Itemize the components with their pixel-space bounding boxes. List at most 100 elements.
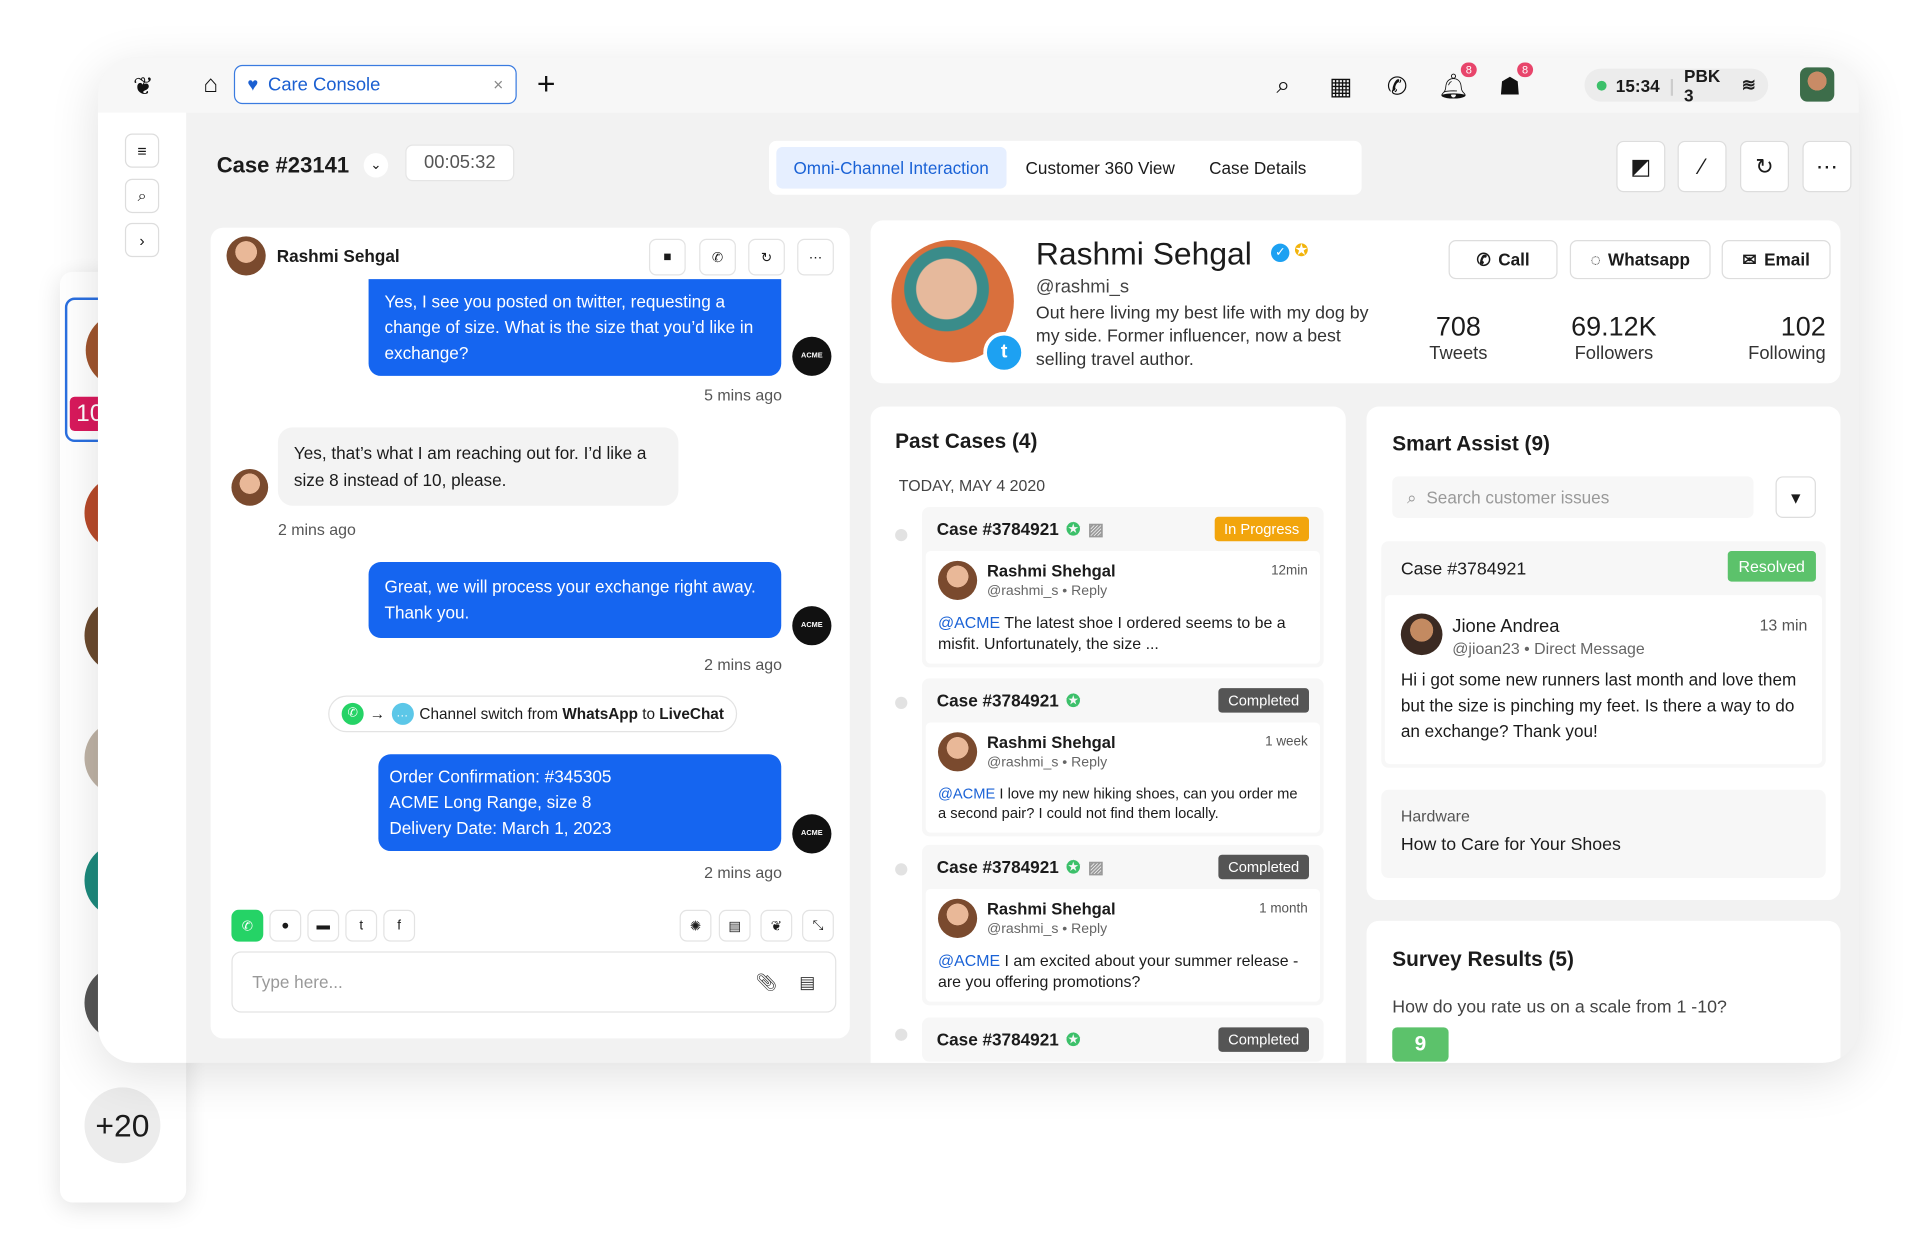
- case-item[interactable]: Case #3784921 ✪ Completed: [922, 1017, 1324, 1062]
- transfer-icon[interactable]: ◩: [1616, 140, 1666, 193]
- survey-score: 9: [1392, 1027, 1449, 1062]
- agent-message: Yes, I see you posted on twitter, reques…: [368, 279, 782, 376]
- time: 13 min: [1759, 615, 1808, 635]
- email-button[interactable]: ✉ Email: [1721, 240, 1831, 280]
- twitter-channel-button[interactable]: t: [345, 909, 378, 942]
- image-icon: ▨: [1087, 856, 1105, 877]
- agent-message: Order Confirmation: #345305 ACME Long Ra…: [378, 754, 782, 852]
- livechat-icon: …: [391, 702, 414, 725]
- app-window: ❦ ⌂ ♥ Care Console × + ⌕ ▦ ✆ 🔔︎ 8 ☗ 8 15:3…: [97, 57, 1859, 1063]
- brand-logo-icon[interactable]: ❦: [760, 909, 793, 942]
- facebook-channel-button[interactable]: f: [383, 909, 416, 942]
- add-tab-button[interactable]: +: [531, 64, 560, 102]
- search-customer-issues-input[interactable]: ⌕ Search customer issues: [1392, 476, 1754, 518]
- email-icon: ✉: [1742, 249, 1757, 269]
- search-icon[interactable]: ⌕: [124, 178, 160, 214]
- close-icon[interactable]: ×: [493, 75, 503, 95]
- tab-case-details[interactable]: Case Details: [1194, 147, 1321, 189]
- notification-badge: 8: [1460, 62, 1477, 78]
- call-button[interactable]: ✆ Call: [1448, 240, 1558, 280]
- whatsapp-button[interactable]: ◌ Whatsapp: [1569, 240, 1711, 280]
- tab-customer-360[interactable]: Customer 360 View: [1011, 147, 1190, 189]
- agent-status[interactable]: 15:34 | PBK 3 ≋: [1584, 65, 1769, 105]
- chat-panel: Rashmi Sehgal ■ ✆ ↻ ⋯ Yes, I see you pos…: [210, 227, 850, 1039]
- top-bar: ❦ ⌂ ♥ Care Console × + ⌕ ▦ ✆ 🔔︎ 8 ☗ 8 15:3…: [97, 57, 1859, 113]
- search-icon: ⌕: [1406, 486, 1417, 507]
- article-category: Hardware: [1400, 806, 1470, 826]
- star-icon: ✪: [1066, 690, 1081, 710]
- menu-icon[interactable]: ≡: [124, 133, 160, 168]
- stat-tweets: 708 Tweets: [1429, 311, 1488, 364]
- home-icon[interactable]: ⌂: [196, 70, 225, 99]
- case-timer: 00:05:32: [405, 144, 515, 182]
- notes-icon[interactable]: ▤: [718, 909, 751, 942]
- phone-icon[interactable]: ✆: [1381, 70, 1413, 102]
- clock: 15:34: [1615, 75, 1660, 95]
- more-icon[interactable]: ⋯: [797, 238, 834, 276]
- profile-card: t Rashmi Sehgal ✓ ✪ @rashmi_s Out here l…: [870, 220, 1841, 384]
- timeline-dot: [895, 1028, 908, 1041]
- stat-following: 102 Following: [1748, 311, 1826, 364]
- switch-mid: to: [638, 705, 660, 723]
- message-time: 2 mins ago: [704, 655, 782, 674]
- video-call-icon[interactable]: ■: [648, 238, 686, 276]
- expand-chevron-icon[interactable]: ›: [124, 222, 160, 258]
- wifi-icon: ≋: [1741, 74, 1756, 95]
- search-icon[interactable]: ⌕: [1267, 70, 1299, 102]
- sms-channel-button[interactable]: ▬: [307, 909, 340, 942]
- more-conversations-button[interactable]: +20: [84, 1087, 161, 1164]
- date-label: TODAY, MAY 4 2020: [898, 476, 1046, 495]
- tab-omni-channel[interactable]: Omni-Channel Interaction: [776, 146, 1006, 189]
- smart-assist-title: Smart Assist (9): [1392, 432, 1550, 456]
- status-badge: Completed: [1218, 688, 1309, 713]
- case-dropdown-icon[interactable]: ⌄: [363, 153, 389, 178]
- tab-care-console[interactable]: ♥ Care Console ×: [233, 64, 517, 105]
- survey-title: Survey Results (5): [1392, 947, 1574, 972]
- team-icon[interactable]: ☗ 8: [1496, 62, 1534, 102]
- case-item[interactable]: Case #3784921 ✪ ▨ In Progress Rashmi Shehga…: [922, 506, 1324, 668]
- whatsapp-channel-button[interactable]: ✆: [231, 909, 264, 942]
- assist-article[interactable]: Hardware How to Care for Your Shoes: [1381, 789, 1826, 878]
- avatar: [937, 898, 978, 938]
- message-text: Hi i got some new runners last month and…: [1400, 669, 1797, 741]
- star-icon: ✪: [1066, 856, 1081, 877]
- survey-question: How do you rate us on a scale from 1 -10…: [1392, 997, 1727, 1018]
- lightbulb-icon[interactable]: ✺: [679, 909, 712, 942]
- case-item[interactable]: Case #3784921 ✪ ▨ Completed Rashmi Shehgal 1…: [922, 844, 1324, 1006]
- switch-from: WhatsApp: [562, 705, 639, 723]
- filter-icon[interactable]: ▼: [1775, 476, 1816, 518]
- message-input[interactable]: Type here... 📎︎ ▤: [231, 951, 837, 1013]
- whatsapp-icon: ◌: [1590, 249, 1601, 270]
- magic-wand-icon[interactable]: ⁄: [1677, 140, 1727, 193]
- profile-bio: Out here living my best life with my dog…: [1035, 303, 1369, 370]
- user-name: Jione Andrea: [1452, 615, 1560, 637]
- refresh-icon[interactable]: ↻: [1740, 140, 1789, 193]
- online-dot: [1596, 80, 1607, 91]
- more-icon[interactable]: ⋯: [1802, 140, 1852, 193]
- apps-grid-icon[interactable]: ▦: [1325, 70, 1357, 102]
- survey-panel: Survey Results (5) How do you rate us on…: [1366, 920, 1841, 1063]
- user-avatar[interactable]: [1800, 67, 1835, 102]
- contact-avatar: [226, 236, 266, 276]
- switch-to: LiveChat: [659, 705, 724, 723]
- view-tabs: Omni-Channel Interaction Customer 360 Vi…: [768, 140, 1362, 195]
- expand-icon[interactable]: ⤡: [802, 909, 834, 942]
- case-item[interactable]: Case #3784921 ✪ Completed Rashmi Shehgal 1 …: [922, 678, 1324, 837]
- agent-message: Great, we will process your exchange rig…: [368, 562, 782, 638]
- user-handle: @jioan23 • Direct Message: [1452, 639, 1645, 658]
- template-icon[interactable]: ▤: [799, 972, 815, 993]
- star-icon: ✪: [1066, 518, 1081, 539]
- contact-name: Rashmi Sehgal: [276, 246, 400, 266]
- messenger-channel-button[interactable]: ●: [269, 909, 302, 942]
- assist-case[interactable]: Case #3784921 Resolved Jione Andrea 13 m…: [1381, 541, 1826, 768]
- refresh-icon[interactable]: ↻: [748, 238, 785, 276]
- case-title: Case #23141: [216, 153, 350, 178]
- phone-icon[interactable]: ✆: [699, 238, 736, 276]
- verified-icon: ✓: [1271, 243, 1290, 263]
- pbk-label: PBK 3: [1684, 65, 1721, 105]
- stat-followers: 69.12K Followers: [1571, 311, 1657, 364]
- bell-icon[interactable]: 🔔︎ 8: [1438, 62, 1477, 102]
- message-time: 2 mins ago: [277, 520, 356, 539]
- heart-icon: ♥: [247, 74, 259, 95]
- attachment-icon[interactable]: 📎︎: [755, 972, 777, 993]
